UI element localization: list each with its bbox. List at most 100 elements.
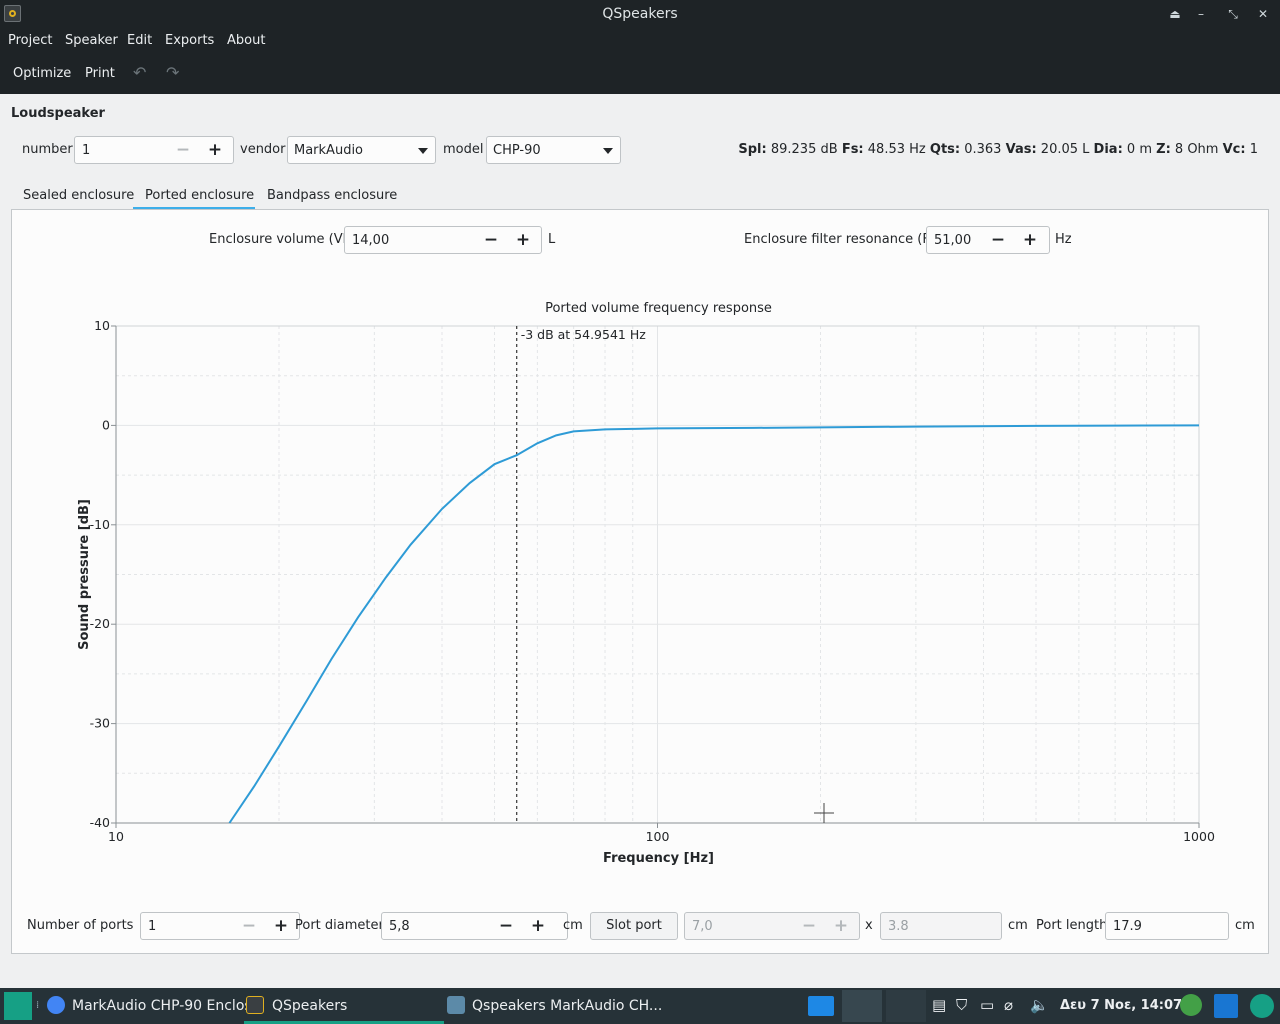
port-diameter-increment-button[interactable]: + <box>528 916 548 936</box>
fs-value: 48.53 <box>867 142 905 157</box>
number-increment-button[interactable]: + <box>205 140 225 160</box>
ports-spinbox[interactable]: 1 − + <box>140 912 300 940</box>
slot-x-label: x <box>865 918 873 933</box>
vb-unit: L <box>548 232 556 247</box>
number-decrement-button[interactable]: − <box>173 140 193 160</box>
fb-value: 51,00 <box>934 233 972 248</box>
spl-label: Spl: <box>738 142 767 157</box>
network-icon[interactable]: ▭ <box>980 996 994 1014</box>
tab-sealed-enclosure[interactable]: Sealed enclosure <box>23 188 134 203</box>
vendor-combobox[interactable]: MarkAudio <box>287 136 436 164</box>
vb-spinbox[interactable]: 14,00 − + <box>344 226 542 254</box>
vc-label: Vc: <box>1222 142 1246 157</box>
port-diameter-spinbox[interactable]: 5,8 − + <box>381 912 568 940</box>
y-tick-label: -30 <box>90 716 110 731</box>
restore-icon[interactable]: ⤡ <box>1224 5 1242 23</box>
minimize-icon[interactable]: – <box>1192 5 1210 23</box>
port-length-unit: cm <box>1235 918 1255 933</box>
z-value: 8 <box>1174 142 1184 157</box>
port-length-label: Port length <box>1036 918 1108 933</box>
fb-decrement-button[interactable]: − <box>988 230 1008 250</box>
print-button[interactable]: Print <box>85 66 115 81</box>
taskbar-item-image[interactable]: Qspeakers MarkAudio CH... <box>472 998 662 1014</box>
port-diameter-decrement-button[interactable]: − <box>496 916 516 936</box>
menu-edit[interactable]: Edit <box>127 33 152 48</box>
vb-increment-button[interactable]: + <box>513 230 533 250</box>
clock[interactable]: Δευ 7 Νοε, 14:07 <box>1060 998 1182 1013</box>
calculator-icon[interactable] <box>1214 994 1238 1018</box>
fb-unit: Hz <box>1055 232 1072 247</box>
shield-icon[interactable]: ⛉ <box>956 996 967 1014</box>
ports-decrement-button[interactable]: − <box>239 916 259 936</box>
clipboard-icon[interactable]: ▤ <box>932 996 946 1014</box>
y-tick-label: -10 <box>90 517 110 532</box>
fb-increment-button[interactable]: + <box>1020 230 1040 250</box>
fb-spinbox[interactable]: 51,00 − + <box>926 226 1050 254</box>
qts-label: Qts: <box>929 142 961 157</box>
fb-label: Enclosure filter resonance (Fb) <box>744 232 944 247</box>
taskbar-item-qspeakers[interactable]: QSpeakers <box>272 998 347 1014</box>
number-value: 1 <box>82 143 91 158</box>
start-menu-icon[interactable] <box>4 992 32 1020</box>
port-length-value: 17.9 <box>1113 919 1142 934</box>
y-tick-label: 0 <box>102 417 110 432</box>
vas-label: Vas: <box>1005 142 1037 157</box>
slot-width-decrement-button[interactable]: − <box>799 916 819 936</box>
y-tick-label: -20 <box>90 616 110 631</box>
vas-value: 20.05 <box>1040 142 1079 157</box>
frequency-response-chart[interactable]: 100-10-20-30-4010 100 1000 Ported volume f… <box>52 285 1252 885</box>
taskbar-item-browser[interactable]: MarkAudio CHP-90 Enclos... <box>72 998 265 1014</box>
slot-height-value: 3.8 <box>888 919 909 934</box>
desktop-pager-icon[interactable] <box>808 996 834 1016</box>
chart-ticks: 100-10-20-30-4010 100 1000 <box>90 318 1215 844</box>
vendor-value: MarkAudio <box>294 143 364 158</box>
redo-icon[interactable]: ↷ <box>166 63 179 82</box>
undo-icon[interactable]: ↶ <box>133 63 146 82</box>
vendor-label: vendor <box>240 142 286 157</box>
port-diameter-unit: cm <box>563 918 583 933</box>
pager-thumbnail-icon[interactable] <box>842 990 882 1022</box>
ports-label: Number of ports <box>27 918 134 933</box>
spl-value: 89.235 <box>770 142 817 157</box>
close-icon[interactable]: ✕ <box>1254 5 1272 23</box>
number-label: number <box>22 142 73 157</box>
vc-value: 1 <box>1249 142 1258 157</box>
update-icon[interactable] <box>1180 994 1202 1016</box>
vb-value: 14,00 <box>352 233 390 248</box>
window-title: QSpeakers <box>602 6 678 22</box>
pager-desktop2-icon[interactable] <box>886 990 926 1022</box>
attachment-icon[interactable]: ⌀ <box>1004 996 1013 1014</box>
optimize-button[interactable]: Optimize <box>13 66 71 81</box>
crosshair-cursor-icon <box>814 803 834 823</box>
port-length-field[interactable]: 17.9 <box>1105 912 1229 940</box>
fs-label: Fs: <box>841 142 864 157</box>
keep-above-icon[interactable]: ⏏ <box>1166 5 1184 23</box>
model-combobox[interactable]: CHP-90 <box>486 136 621 164</box>
ports-increment-button[interactable]: + <box>271 916 291 936</box>
browser-icon <box>47 996 65 1014</box>
image-viewer-icon <box>447 996 465 1014</box>
settings-gear-icon[interactable] <box>1250 994 1274 1018</box>
tab-bandpass-enclosure[interactable]: Bandpass enclosure <box>267 188 397 203</box>
tool-bar: Optimize Print ↶ ↷ <box>0 54 1280 94</box>
slot-port-button[interactable]: Slot port <box>590 912 678 940</box>
y-axis-label: Sound pressure [dB] <box>77 499 92 650</box>
tab-ported-enclosure[interactable]: Ported enclosure <box>145 188 254 203</box>
number-spinbox[interactable]: 1 − + <box>74 136 234 164</box>
chevron-down-icon <box>603 148 613 154</box>
slot-width-spinbox[interactable]: 7,0 − + <box>684 912 860 940</box>
minus3db-annotation: -3 dB at 54.9541 Hz <box>521 327 647 342</box>
menu-about[interactable]: About <box>227 33 265 48</box>
x-tick-label: 10 <box>108 829 124 844</box>
y-tick-label: 10 <box>94 318 110 333</box>
vb-decrement-button[interactable]: − <box>481 230 501 250</box>
z-unit: Ohm <box>1187 142 1219 157</box>
menu-project[interactable]: Project <box>8 33 52 48</box>
model-value: CHP-90 <box>493 143 541 158</box>
slot-width-increment-button[interactable]: + <box>831 916 851 936</box>
menu-exports[interactable]: Exports <box>165 33 214 48</box>
volume-icon[interactable]: 🔈 <box>1030 996 1049 1014</box>
menu-speaker[interactable]: Speaker <box>65 33 118 48</box>
qspeakers-icon <box>246 996 264 1014</box>
slot-height-field[interactable]: 3.8 <box>880 912 1002 940</box>
